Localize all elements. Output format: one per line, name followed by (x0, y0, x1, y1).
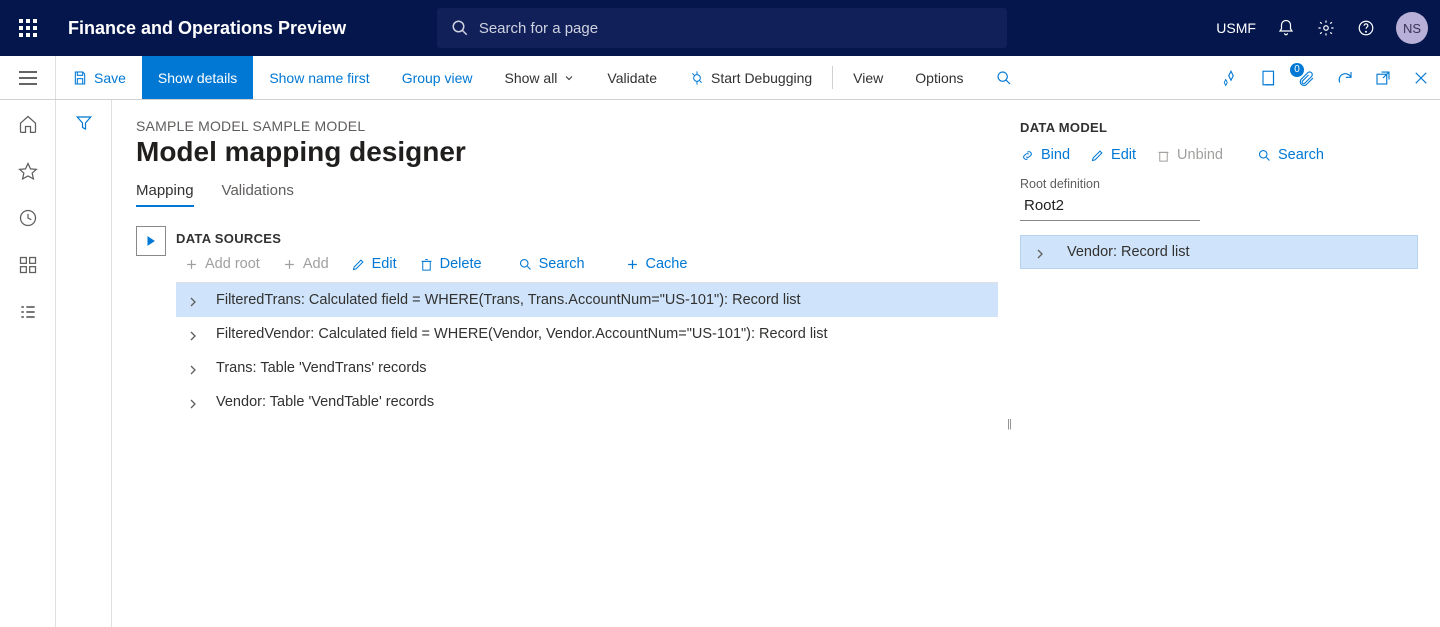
dm-search-button[interactable]: Search (1257, 147, 1324, 163)
close-icon[interactable] (1410, 67, 1432, 89)
delete-button[interactable]: Delete (419, 256, 482, 272)
datasource-label: Trans: Table 'VendTrans' records (216, 360, 427, 376)
show-name-first-button[interactable]: Show name first (253, 56, 385, 99)
show-all-dropdown[interactable]: Show all (489, 56, 592, 99)
expand-icon[interactable] (188, 363, 198, 373)
tab-mapping[interactable]: Mapping (136, 182, 194, 207)
global-search[interactable]: Search for a page (437, 8, 1007, 48)
global-search-placeholder: Search for a page (479, 20, 598, 37)
tab-validations[interactable]: Validations (222, 182, 294, 207)
breadcrumb: SAMPLE MODEL SAMPLE MODEL (136, 118, 998, 134)
favorites-icon[interactable] (18, 161, 38, 184)
filter-rail (56, 100, 112, 627)
app-launcher-icon[interactable] (12, 12, 44, 44)
save-button[interactable]: Save (56, 56, 142, 99)
expand-icon[interactable] (188, 295, 198, 305)
app-title: Finance and Operations Preview (68, 18, 346, 39)
datasource-row[interactable]: FilteredTrans: Calculated field = WHERE(… (176, 283, 998, 317)
group-view-button[interactable]: Group view (386, 56, 489, 99)
refresh-icon[interactable] (1334, 67, 1356, 89)
search-icon (451, 19, 469, 37)
root-definition-label: Root definition (1020, 177, 1418, 191)
datasource-row[interactable]: FilteredVendor: Calculated field = WHERE… (176, 317, 998, 351)
top-bar: Finance and Operations Preview Search fo… (0, 0, 1440, 56)
recent-icon[interactable] (18, 208, 38, 231)
datamodel-label: Vendor: Record list (1067, 244, 1190, 260)
notifications-icon[interactable] (1276, 18, 1296, 38)
settings-icon[interactable] (1316, 18, 1336, 38)
datasources-toolbar: Add root Add Edit Delete Search Cache (176, 256, 998, 272)
dm-edit-button[interactable]: Edit (1090, 147, 1136, 163)
page-body: SAMPLE MODEL SAMPLE MODEL Model mapping … (0, 100, 1440, 627)
workspaces-icon[interactable] (18, 255, 38, 278)
search-icon (996, 70, 1012, 86)
ds-search-button[interactable]: Search (518, 256, 585, 272)
unbind-button[interactable]: Unbind (1156, 147, 1223, 163)
bind-button[interactable]: Bind (1020, 147, 1070, 163)
left-nav-rail (0, 100, 56, 627)
show-details-button[interactable]: Show details (142, 56, 253, 99)
help-icon[interactable] (1356, 18, 1376, 38)
filter-icon[interactable] (75, 114, 93, 135)
cache-button[interactable]: Cache (625, 256, 688, 272)
datamodel-heading: DATA MODEL (1020, 120, 1418, 135)
home-icon[interactable] (18, 114, 38, 137)
legal-entity[interactable]: USMF (1216, 20, 1256, 36)
personalize-icon[interactable] (1220, 67, 1242, 89)
datamodel-toolbar: Bind Edit Unbind Search (1020, 147, 1418, 163)
nav-toggle-button[interactable] (0, 56, 56, 99)
action-search-button[interactable] (980, 56, 1028, 99)
view-menu[interactable]: View (837, 56, 899, 99)
page-tabs: Mapping Validations (136, 182, 998, 207)
datasource-label: FilteredTrans: Calculated field = WHERE(… (216, 292, 801, 308)
attachments-badge: 0 (1290, 63, 1304, 77)
page-options-icon[interactable] (1258, 67, 1280, 89)
validate-button[interactable]: Validate (591, 56, 673, 99)
modules-icon[interactable] (18, 302, 38, 325)
datamodel-row[interactable]: Vendor: Record list (1020, 235, 1418, 269)
attachments-icon[interactable]: 0 (1296, 67, 1318, 89)
action-bar: Save Show details Show name first Group … (0, 56, 1440, 100)
datasource-row[interactable]: Trans: Table 'VendTrans' records (176, 351, 998, 385)
page-title: Model mapping designer (136, 136, 998, 168)
add-root-button[interactable]: Add root (184, 256, 260, 272)
add-button[interactable]: Add (282, 256, 329, 272)
expand-icon[interactable] (188, 397, 198, 407)
datasource-label: FilteredVendor: Calculated field = WHERE… (216, 326, 828, 342)
datasources-heading: DATA SOURCES (176, 231, 998, 246)
debug-icon (689, 70, 705, 86)
splitter-handle-icon: || (1007, 418, 1011, 430)
datasource-types-toggle[interactable] (136, 226, 166, 256)
options-menu[interactable]: Options (899, 56, 979, 99)
datasources-list: FilteredTrans: Calculated field = WHERE(… (176, 282, 998, 419)
expand-icon[interactable] (188, 329, 198, 339)
datasource-label: Vendor: Table 'VendTable' records (216, 394, 434, 410)
user-avatar[interactable]: NS (1396, 12, 1428, 44)
root-definition-input[interactable] (1020, 193, 1200, 221)
expand-icon[interactable] (1035, 247, 1045, 257)
save-icon (72, 70, 88, 86)
datasource-row[interactable]: Vendor: Table 'VendTable' records (176, 385, 998, 419)
edit-button[interactable]: Edit (351, 256, 397, 272)
popout-icon[interactable] (1372, 67, 1394, 89)
chevron-down-icon (563, 72, 575, 84)
start-debugging-button[interactable]: Start Debugging (673, 56, 828, 99)
splitter[interactable]: || (998, 118, 1020, 627)
